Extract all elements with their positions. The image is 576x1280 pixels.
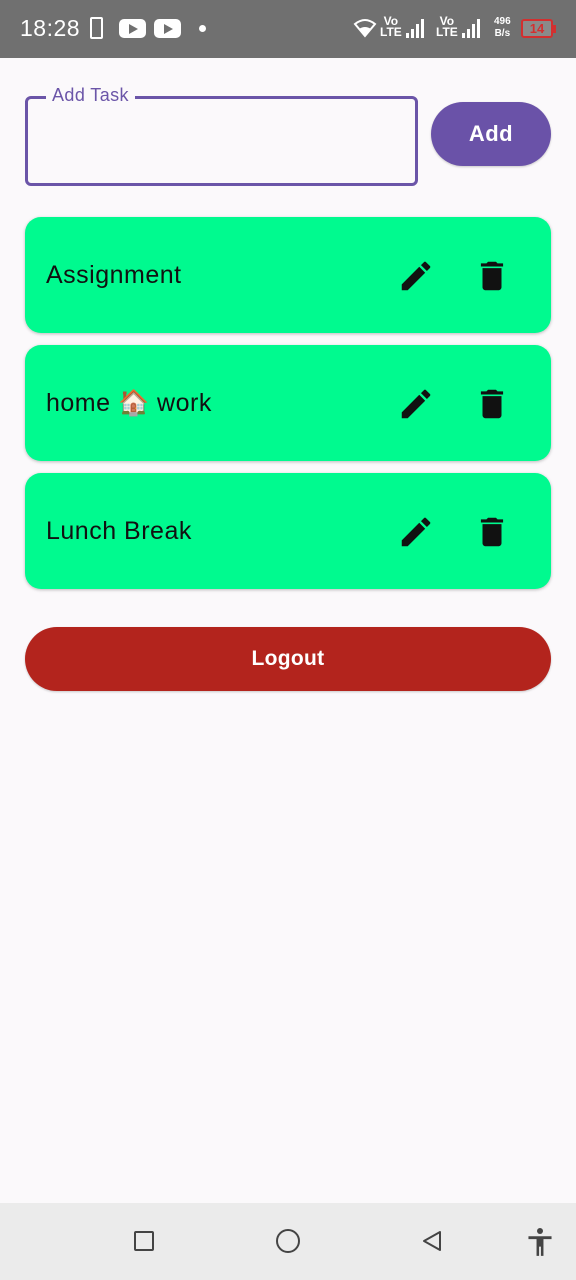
signal-icon — [406, 18, 424, 38]
youtube-icon — [119, 19, 146, 38]
task-card: Lunch Break — [25, 473, 551, 589]
trash-icon[interactable] — [473, 257, 511, 295]
phone-outline-icon — [90, 17, 103, 39]
youtube-icon — [154, 19, 181, 38]
pencil-icon[interactable] — [397, 385, 435, 423]
volte-bottom: LTE — [436, 25, 458, 39]
status-time: 18:28 — [20, 15, 81, 41]
add-task-input[interactable] — [42, 119, 402, 163]
volte-indicator: Vo LTE — [380, 15, 402, 39]
accessibility-icon[interactable] — [526, 1227, 554, 1257]
add-button[interactable]: Add — [431, 102, 551, 166]
add-task-label: Add Task — [46, 85, 135, 106]
task-text: Lunch Break — [46, 517, 192, 545]
wifi-icon — [353, 19, 377, 38]
trash-icon[interactable] — [473, 513, 511, 551]
battery-icon: 14 — [521, 19, 556, 38]
network-speed: 496 B/s — [494, 16, 511, 40]
home-circle-icon[interactable] — [276, 1229, 300, 1253]
logout-button[interactable]: Logout — [25, 627, 551, 691]
back-triangle-icon[interactable] — [420, 1229, 444, 1253]
task-card: home 🏠 work — [25, 345, 551, 461]
speed-value: 496 — [494, 16, 511, 27]
add-task-field[interactable]: Add Task — [25, 85, 418, 186]
system-nav-bar — [0, 1203, 576, 1280]
signal-icon — [462, 18, 480, 38]
task-text: Assignment — [46, 261, 182, 289]
volte-indicator: Vo LTE — [436, 15, 458, 39]
speed-unit: B/s — [494, 28, 511, 39]
trash-icon[interactable] — [473, 385, 511, 423]
task-text: home 🏠 work — [46, 389, 212, 417]
task-card: Assignment — [25, 217, 551, 333]
status-bar: 18:28 Vo LTE Vo LTE 496 B/s 14 — [0, 0, 576, 58]
pencil-icon[interactable] — [397, 513, 435, 551]
pencil-icon[interactable] — [397, 257, 435, 295]
volte-bottom: LTE — [380, 25, 402, 39]
recents-square-icon[interactable] — [134, 1231, 154, 1251]
dot-icon — [199, 25, 206, 32]
